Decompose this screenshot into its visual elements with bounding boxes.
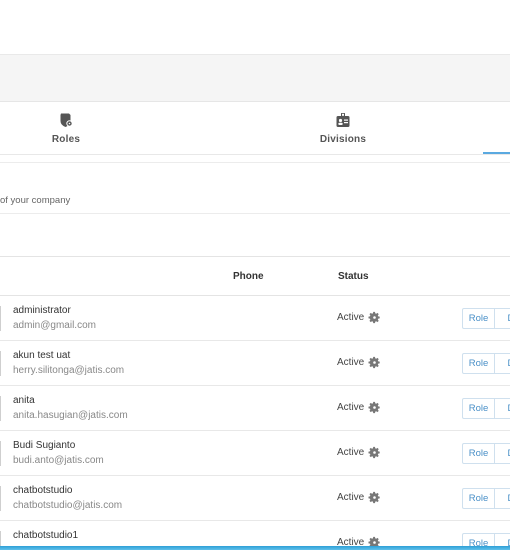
tab-roles-label: Roles	[51, 134, 81, 145]
table-row[interactable]: Budi Sugianto budi.anto@jatis.com Active Ro…	[0, 431, 510, 476]
division-button[interactable]: Di	[494, 308, 510, 329]
gear-icon[interactable]	[368, 401, 381, 414]
role-button[interactable]: Role	[462, 443, 495, 464]
table-row[interactable]: administrator admin@gmail.com Active RoleDi	[0, 296, 510, 341]
division-button[interactable]: Di	[494, 398, 510, 419]
user-name: Budi Sugianto	[13, 440, 76, 451]
gear-icon[interactable]	[368, 446, 381, 459]
active-tab-indicator	[483, 152, 510, 154]
table-row[interactable]: anita anita.hasugian@jatis.com Active RoleD…	[0, 386, 510, 431]
user-email: anita.hasugian@jatis.com	[13, 410, 128, 421]
row-select-edge	[0, 396, 1, 421]
row-select-edge	[0, 486, 1, 511]
status-text: Active	[337, 357, 365, 368]
role-button[interactable]: Role	[462, 398, 495, 419]
id-badge-icon	[336, 113, 350, 127]
bottom-accent-stripe	[0, 546, 510, 550]
tab-divisions[interactable]: Divisions	[293, 102, 393, 155]
status-text: Active	[337, 447, 365, 458]
user-email: chatbotstudio@jatis.com	[13, 500, 123, 511]
user-name: administrator	[13, 305, 71, 316]
top-bar	[0, 0, 510, 55]
role-button[interactable]: Role	[462, 488, 495, 509]
user-name: akun test uat	[13, 350, 71, 361]
division-button[interactable]: Di	[494, 353, 510, 374]
page-description: of your company	[0, 162, 510, 214]
status-text: Active	[337, 492, 365, 503]
tab-divisions-label: Divisions	[319, 134, 367, 145]
settings-tabs: Roles Divisions	[0, 102, 510, 155]
table-row[interactable]: chatbotstudio chatbotstudio@jatis.com Acti…	[0, 476, 510, 521]
row-select-edge	[0, 441, 1, 466]
user-name: chatbotstudio	[13, 485, 73, 496]
gear-icon[interactable]	[368, 356, 381, 369]
sub-header-bar	[0, 55, 510, 102]
user-email: herry.silitonga@jatis.com	[13, 365, 125, 376]
column-header-phone: Phone	[233, 271, 264, 282]
role-button[interactable]: Role	[462, 353, 495, 374]
division-button[interactable]: Di	[494, 488, 510, 509]
row-select-edge	[0, 351, 1, 376]
table-header: Phone Status	[0, 256, 510, 296]
column-header-status: Status	[338, 271, 369, 282]
role-button[interactable]: Role	[462, 308, 495, 329]
tab-roles[interactable]: Roles	[16, 102, 116, 155]
user-email: budi.anto@jatis.com	[13, 455, 104, 466]
description-text: of your company	[0, 195, 71, 206]
gear-icon[interactable]	[368, 311, 381, 324]
table-row[interactable]: akun test uat herry.silitonga@jatis.com Ac…	[0, 341, 510, 386]
status-text: Active	[337, 312, 365, 323]
row-select-edge	[0, 306, 1, 331]
division-button[interactable]: Di	[494, 443, 510, 464]
roles-icon	[60, 113, 73, 127]
user-name: chatbotstudio1	[13, 530, 79, 541]
user-name: anita	[13, 395, 35, 406]
gear-icon[interactable]	[368, 491, 381, 504]
user-email: admin@gmail.com	[13, 320, 96, 331]
status-text: Active	[337, 402, 365, 413]
